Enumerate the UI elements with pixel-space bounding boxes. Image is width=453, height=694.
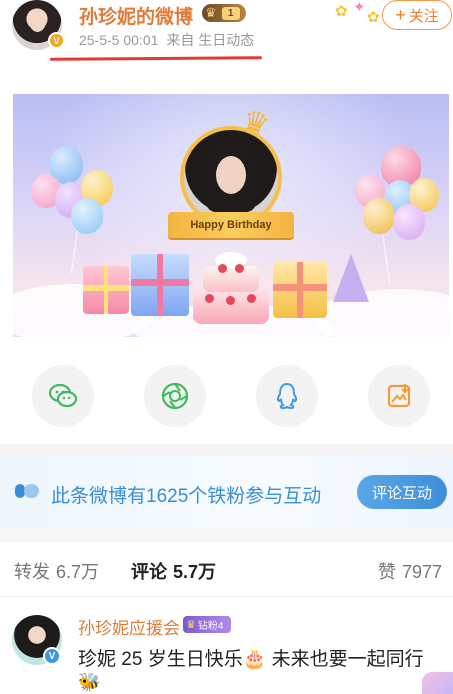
share-wechat-button[interactable] — [32, 365, 94, 427]
red-underline-annotation — [49, 56, 263, 61]
post-meta: 25-5-5 00:01 来自 生日动态 — [79, 30, 254, 50]
save-image-icon — [387, 384, 411, 408]
post-timestamp: 25-5-5 00:01 — [79, 32, 159, 48]
fan-level-badge[interactable]: ♛ 钻粉4 — [183, 616, 231, 633]
moments-icon — [161, 382, 189, 410]
post-header: V 孙珍妮的微博 ♛ 1 25-5-5 00:01 来自 生日动态 ✿ ✦ ✿ +… — [0, 0, 453, 62]
birthday-cake-icon — [193, 246, 269, 324]
fans-interaction-text: 此条微博有1625个铁粉参与互动 — [51, 486, 322, 507]
engagement-tabs: 转发 6.7万 评论 5.7万 赞 7977 — [0, 545, 453, 595]
share-row — [0, 365, 453, 429]
tab-reposts[interactable]: 转发 6.7万 — [14, 558, 99, 584]
follow-decoration-icon: ✿ ✦ ✿ — [335, 0, 380, 26]
gift-box-icon — [83, 266, 129, 314]
avatar-face — [29, 10, 46, 32]
balloon-icon — [393, 204, 425, 240]
post-source[interactable]: 来自 生日动态 — [166, 32, 254, 48]
follow-button[interactable]: + 关注 — [382, 0, 452, 30]
crown-icon: ♛ — [186, 619, 196, 631]
verified-badge-icon: V — [43, 647, 61, 665]
bee-emoji-icon: 🐝 — [78, 672, 101, 692]
party-hat-icon — [333, 254, 369, 302]
iron-fans-bar: 此条微博有1625个铁粉参与互动 评论互动 — [0, 456, 453, 528]
section-divider — [0, 528, 453, 542]
tab-comments[interactable]: 评论 5.7万 — [131, 558, 216, 584]
tab-likes[interactable]: 赞 7977 — [378, 558, 442, 584]
happy-birthday-ribbon: Happy Birthday — [168, 212, 294, 238]
comment-interact-button[interactable]: 评论互动 — [357, 475, 447, 509]
tab-label: 转发 — [14, 562, 50, 582]
tab-count: 5.7万 — [173, 562, 217, 582]
plus-icon: + — [395, 5, 406, 25]
verified-badge-icon: V — [48, 32, 65, 49]
level-number: 1 — [221, 6, 240, 20]
tab-label: 评论 — [131, 562, 167, 582]
birthday-banner-image[interactable]: ♛ Happy Birthday — [13, 94, 449, 337]
author-name[interactable]: 孙珍妮的微博 — [79, 2, 193, 29]
fans-activity-icon — [15, 484, 39, 498]
badge-label: 钻粉4 — [197, 621, 224, 632]
share-moments-button[interactable] — [144, 365, 206, 427]
crown-icon: ♛ — [205, 5, 217, 20]
share-qq-button[interactable] — [256, 365, 318, 427]
wechat-icon — [48, 383, 78, 408]
comment-item: V 孙珍妮应援会 ♛ 钻粉4 珍妮 25 岁生日快乐🎂 未来也要一起同行 🐝 — [0, 598, 453, 694]
row-divider — [0, 596, 453, 597]
corner-decoration-icon — [422, 672, 453, 694]
share-save-image-button[interactable] — [368, 365, 430, 427]
tab-count: 7977 — [402, 562, 443, 582]
balloon-icon — [363, 198, 395, 234]
balloon-icon — [71, 198, 103, 234]
comment-text: 珍妮 25 岁生日快乐🎂 未来也要一起同行 — [78, 649, 424, 670]
gift-box-icon — [131, 254, 189, 316]
gift-box-icon — [273, 262, 327, 318]
follow-label: 关注 — [408, 7, 439, 25]
portrait-photo — [184, 130, 278, 224]
section-divider — [0, 444, 453, 456]
commenter-name[interactable]: 孙珍妮应援会 — [78, 614, 180, 639]
tab-count: 6.7万 — [56, 562, 100, 582]
fan-level-badge[interactable]: ♛ 1 — [202, 4, 246, 22]
qq-icon — [276, 382, 298, 410]
tab-label: 赞 — [378, 562, 396, 582]
